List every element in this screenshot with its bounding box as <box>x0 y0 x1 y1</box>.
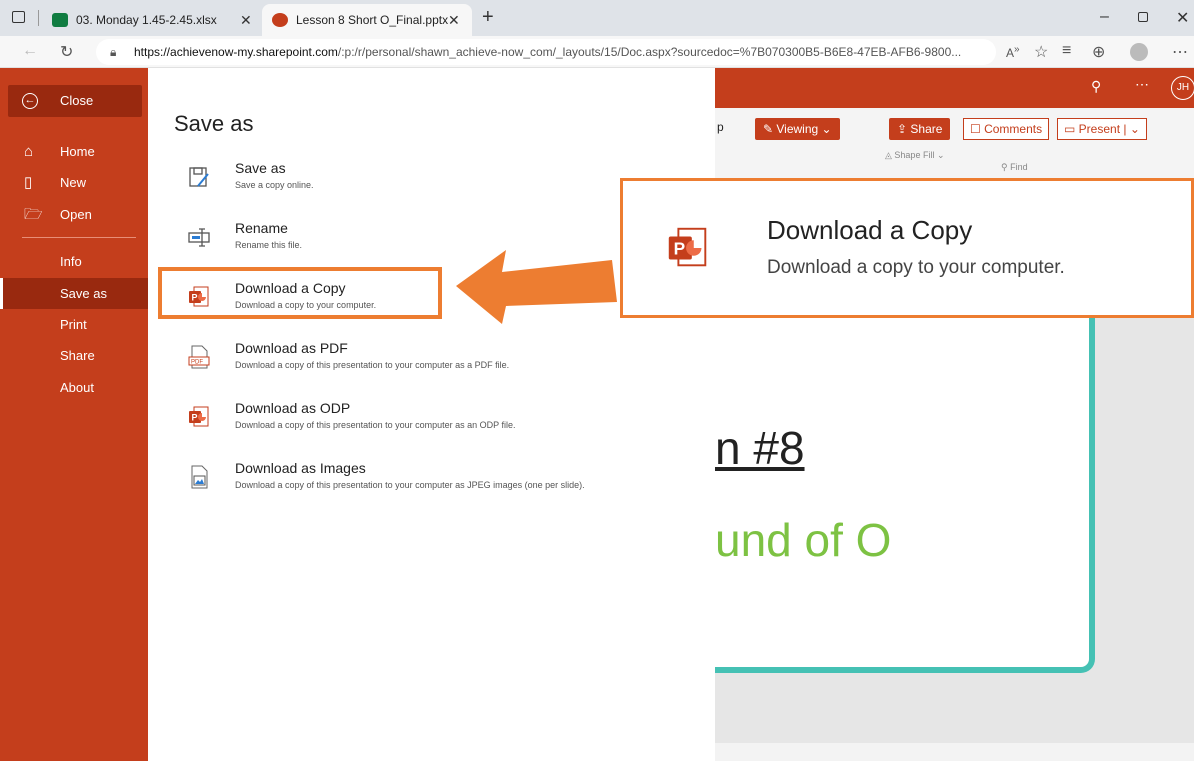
option-description: Save a copy online. <box>235 180 314 190</box>
url-field[interactable]: 🔒︎ https://achievenow-my.sharepoint.com/… <box>96 39 996 65</box>
collections-icon[interactable]: ⊕ <box>1092 42 1105 62</box>
more-icon[interactable]: ⋯ <box>1172 42 1188 62</box>
option-description: Download a copy of this presentation to … <box>235 420 516 430</box>
close-tab-icon[interactable]: ✕ <box>240 12 252 29</box>
slide-subtitle: und of O <box>715 514 892 566</box>
home-icon: ⌂ <box>24 143 34 160</box>
arrow-left-icon <box>456 250 617 324</box>
profile-avatar[interactable] <box>1130 43 1148 61</box>
callout-description: Download a copy to your computer. <box>767 257 1065 278</box>
sidebar-item-share[interactable]: Share <box>0 340 148 371</box>
rename-icon <box>188 228 210 247</box>
minimize-icon[interactable]: – <box>1100 8 1109 26</box>
more-options-icon[interactable]: ⋯ <box>1135 76 1149 93</box>
slide-title: n #8 <box>715 422 805 474</box>
option-description: Download a copy of this presentation to … <box>235 480 585 490</box>
tab-excel[interactable]: 03. Monday 1.45-2.45.xlsx ✕ <box>52 4 262 36</box>
option-title: Rename <box>235 220 288 236</box>
sidebar-item-label: Open <box>60 207 92 222</box>
address-bar: ← ↻ 🔒︎ https://achievenow-my.sharepoint.… <box>0 36 1194 68</box>
favorites-list-icon[interactable]: ≡ <box>1062 42 1071 60</box>
sidebar-item-open[interactable]: 🗁︎ Open <box>0 199 148 230</box>
powerpoint-file-icon: P <box>668 227 707 267</box>
present-button[interactable]: ▭ Present | ⌄ <box>1057 118 1147 140</box>
sidebar-item-info[interactable]: Info <box>0 246 148 277</box>
sidebar-item-label: Print <box>60 317 87 332</box>
sidebar-item-label: Home <box>60 144 95 159</box>
ribbon: p ✎ Viewing ⌄ ⇪ Share ☐ Comments ▭ Prese… <box>715 108 1194 183</box>
browser-tab-bar: 03. Monday 1.45-2.45.xlsx ✕ Lesson 8 Sho… <box>0 0 1194 36</box>
viewing-button[interactable]: ✎ Viewing ⌄ <box>755 118 840 140</box>
tab-divider <box>38 10 39 26</box>
tab-powerpoint[interactable]: Lesson 8 Short O_Final.pptx ✕ <box>262 4 472 36</box>
odp-file-icon: P <box>189 406 209 427</box>
sidebar-item-print[interactable]: Print <box>0 309 148 340</box>
find-button[interactable]: ⚲ Find <box>1001 162 1028 173</box>
close-label: Close <box>60 93 94 108</box>
slide[interactable]: n #8 und of O <box>715 313 1095 673</box>
url-path: /:p:/r/personal/shawn_achieve-now_com/_l… <box>337 45 962 59</box>
back-arrow-icon: ← <box>22 93 38 109</box>
ribbon-tab-fragment: p <box>717 120 724 134</box>
search-icon[interactable]: ⚲ <box>1091 78 1101 95</box>
backstage-sidebar: ← Close ⌂ Home ▯ New 🗁︎ Open Info Save a… <box>0 68 148 761</box>
option-download-odp[interactable]: P Download as ODP Download a copy of thi… <box>168 396 688 442</box>
option-title: Download as PDF <box>235 340 348 356</box>
app-header: ⚲ ⋯ JH <box>715 68 1194 108</box>
url-host: https://achievenow-my.sharepoint.com <box>134 45 338 59</box>
svg-text:PDF: PDF <box>191 360 203 366</box>
back-icon[interactable]: ← <box>22 42 38 60</box>
refresh-icon[interactable]: ↻ <box>60 42 73 62</box>
page-title: Save as <box>174 111 254 136</box>
option-download-images[interactable]: Download as Images Download a copy of th… <box>168 456 688 502</box>
lock-icon: 🔒︎ <box>110 45 117 59</box>
close-button[interactable]: ← Close <box>8 85 142 117</box>
sidebar-item-home[interactable]: ⌂ Home <box>0 136 148 167</box>
option-download-pdf[interactable]: PDF Download as PDF Download a copy of t… <box>168 336 688 382</box>
svg-text:P: P <box>192 413 198 423</box>
pdf-file-icon: PDF <box>188 345 210 369</box>
favorite-icon[interactable]: ☆ <box>1034 42 1048 62</box>
sidebar-item-about[interactable]: About <box>0 372 148 403</box>
close-tab-icon[interactable]: ✕ <box>448 12 460 29</box>
comments-button[interactable]: ☐ Comments <box>963 118 1050 140</box>
new-tab-icon[interactable]: + <box>482 6 494 29</box>
image-file-icon <box>191 465 208 489</box>
option-save-as[interactable]: Save as Save a copy online. <box>168 156 688 202</box>
read-aloud-icon[interactable]: A» <box>1006 44 1020 60</box>
close-window-icon[interactable]: ✕ <box>1176 8 1189 28</box>
tab-excel-label: 03. Monday 1.45-2.45.xlsx <box>76 13 217 27</box>
option-title: Download as ODP <box>235 400 351 416</box>
sidebar-item-label: Share <box>60 348 95 363</box>
powerpoint-icon <box>272 13 288 27</box>
save-as-panel: Save as Save as Save a copy online. Rena… <box>148 68 715 761</box>
sidebar-item-label: About <box>60 380 94 395</box>
restore-icon[interactable] <box>1138 12 1148 22</box>
sidebar-item-new[interactable]: ▯ New <box>0 167 148 198</box>
zoom-callout: P Download a Copy Download a copy to you… <box>620 178 1194 318</box>
highlight-box <box>158 267 442 319</box>
sidebar-item-label: New <box>60 175 87 190</box>
tab-actions-icon[interactable] <box>12 11 25 23</box>
svg-text:P: P <box>674 239 686 259</box>
sidebar-item-label: Save as <box>60 286 107 301</box>
excel-icon <box>52 13 68 27</box>
user-avatar[interactable]: JH <box>1171 76 1194 100</box>
option-title: Save as <box>235 160 286 176</box>
tab-powerpoint-label: Lesson 8 Short O_Final.pptx <box>296 13 449 27</box>
status-bar <box>715 743 1194 761</box>
option-description: Rename this file. <box>235 240 303 250</box>
sidebar-item-save-as[interactable]: Save as <box>0 278 148 309</box>
folder-icon: 🗁︎ <box>24 206 43 223</box>
share-button[interactable]: ⇪ Share <box>889 118 951 140</box>
save-as-icon <box>189 167 209 187</box>
sidebar-item-label: Info <box>60 254 82 269</box>
option-title: Download as Images <box>235 460 366 476</box>
shape-fill-button[interactable]: ◬ Shape Fill ⌄ <box>885 150 945 161</box>
option-description: Download a copy of this presentation to … <box>235 360 510 370</box>
new-file-icon: ▯ <box>24 174 33 191</box>
sidebar-divider <box>22 237 136 238</box>
callout-title: Download a Copy <box>767 215 973 245</box>
